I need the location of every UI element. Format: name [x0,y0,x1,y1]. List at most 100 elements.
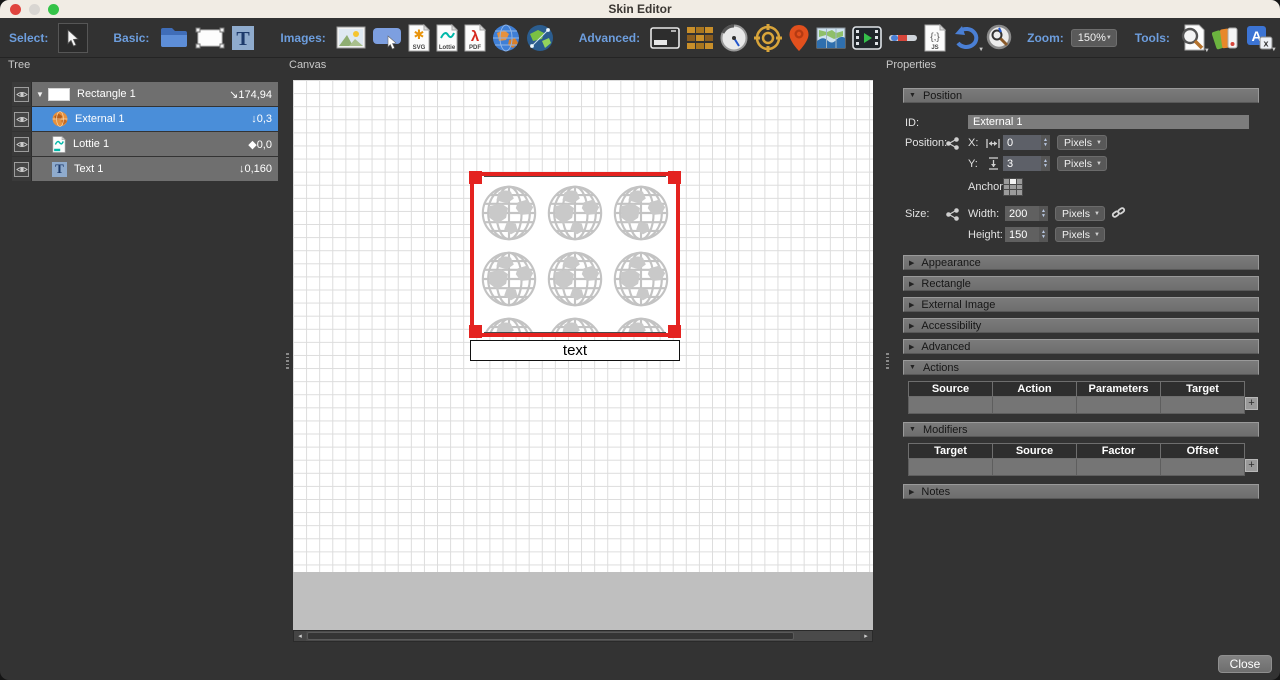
zoom-tool-button[interactable] [986,24,1014,52]
tree-row-rectangle-1[interactable]: ▼ Rectangle 1 ↘174,94 [12,82,278,106]
translate-button[interactable]: Ax ▼ [1246,25,1273,51]
tree-canvas-splitter[interactable] [283,58,293,645]
basic-rectangle-button[interactable] [195,27,225,49]
actions-col-target[interactable]: Target [1161,381,1245,397]
pin-button[interactable] [788,24,810,52]
scrollbar-thumb[interactable] [307,632,794,640]
tree-row-external-1[interactable]: External 1 ↓0,3 [12,107,278,131]
actions-col-parameters[interactable]: Parameters [1077,381,1161,397]
close-button[interactable]: Close [1218,655,1272,673]
basic-container-button[interactable] [159,26,189,49]
height-unit-dropdown[interactable]: Pixels ▼ [1055,227,1105,242]
section-header-external-image[interactable]: ▶ External Image [903,297,1259,312]
section-header-actions[interactable]: ▼ Actions [903,360,1259,375]
section-header-accessibility[interactable]: ▶ Accessibility [903,318,1259,333]
section-header-position[interactable]: ▼ Position [903,88,1259,103]
x-input[interactable]: 0 [1003,135,1041,150]
timer-button[interactable] [720,24,748,52]
modifiers-empty-row[interactable] [908,459,1245,476]
zoom-window-button[interactable] [48,4,59,15]
disclosure-triangle-icon[interactable]: ▼ [36,90,48,99]
tree-item-position: ↓0,3 [251,113,272,125]
compass-button[interactable] [754,24,782,52]
stepper-down-icon[interactable]: ▼ [1043,143,1048,148]
map-button[interactable] [816,27,846,49]
y-unit-dropdown[interactable]: Pixels ▼ [1057,156,1107,171]
visibility-eye-button[interactable] [14,112,29,127]
tree-row-text-1[interactable]: T Text 1 ↓0,160 [12,157,278,181]
svg-text:T: T [237,28,251,50]
width-input[interactable]: 200 [1005,206,1039,221]
section-header-rectangle[interactable]: ▶ Rectangle [903,276,1259,291]
stepper-down-icon[interactable]: ▼ [1041,235,1046,240]
javascript-file-button[interactable]: {;}JS [924,24,946,52]
position-node-icon[interactable] [946,137,959,150]
lottie-file-icon: Lottie [436,24,458,52]
tree-row-lottie-1[interactable]: Lottie 1 ◆0,0 [12,132,278,156]
modifiers-col-factor[interactable]: Factor [1077,443,1161,459]
section-header-notes[interactable]: ▶ Notes [903,484,1259,499]
width-unit-dropdown[interactable]: Pixels ▼ [1055,206,1105,221]
width-label: Width: [968,208,999,220]
actions-col-source[interactable]: Source [908,381,993,397]
range-slider-button[interactable] [888,32,918,44]
window-element-button[interactable] [650,27,680,49]
text-element[interactable]: text [470,340,680,361]
stepper-down-icon[interactable]: ▼ [1041,214,1046,219]
x-stepper[interactable]: ▲ ▼ [1041,135,1050,150]
canvas-horizontal-scrollbar[interactable]: ◂ ▸ [293,630,873,642]
section-header-advanced[interactable]: ▶ Advanced [903,339,1259,354]
x-unit-dropdown[interactable]: Pixels ▼ [1057,135,1107,150]
anchor-selector[interactable] [1003,178,1023,196]
section-header-modifiers[interactable]: ▼ Modifiers [903,422,1259,437]
selection-handle-bottom-right[interactable] [668,325,681,338]
undo-button[interactable]: ▼ [952,25,980,51]
color-swatches-button[interactable] [1212,25,1240,51]
section-header-appearance[interactable]: ▶ Appearance [903,255,1259,270]
actions-col-action[interactable]: Action [993,381,1077,397]
stepper-down-icon[interactable]: ▼ [1043,164,1048,169]
selection-handle-bottom-left[interactable] [469,325,482,338]
svg-file-button[interactable]: ✱SVG [408,24,430,52]
height-input[interactable]: 150 [1005,227,1039,242]
actions-empty-row[interactable] [908,397,1245,414]
y-stepper[interactable]: ▲ ▼ [1041,156,1050,171]
canvas-grid[interactable]: text [293,80,873,572]
modifiers-col-offset[interactable]: Offset [1161,443,1245,459]
modifiers-col-target[interactable]: Target [908,443,993,459]
close-window-button[interactable] [10,4,21,15]
width-stepper[interactable]: ▲ ▼ [1039,206,1048,221]
find-button[interactable]: ▼ [1180,24,1206,52]
canvas-properties-splitter[interactable] [883,58,893,645]
visibility-eye-button[interactable] [14,87,29,102]
select-tool-button[interactable] [58,23,88,53]
pdf-file-button[interactable]: λPDF [464,24,486,52]
video-button[interactable] [852,26,882,50]
height-stepper[interactable]: ▲ ▼ [1039,227,1048,242]
selection-handle-top-left[interactable] [469,171,482,184]
add-action-button[interactable]: + [1245,397,1258,410]
minimize-window-button[interactable] [29,4,40,15]
lock-aspect-link-icon[interactable] [1111,206,1126,220]
sphere-button[interactable] [492,24,520,52]
canvas-area[interactable]: text [293,80,873,630]
panorama-button[interactable] [526,24,554,52]
id-field[interactable]: External 1 [968,115,1249,129]
modifiers-col-source[interactable]: Source [993,443,1077,459]
disclosure-triangle-icon: ▶ [909,301,914,309]
selection-handle-top-right[interactable] [668,171,681,184]
add-modifier-button[interactable]: + [1245,459,1258,472]
visibility-eye-button[interactable] [14,162,29,177]
scroll-right-arrow-icon[interactable]: ▸ [860,631,872,641]
lottie-file-button[interactable]: Lottie [436,24,458,52]
hotspot-button[interactable] [372,26,402,50]
size-node-icon[interactable] [946,208,959,221]
image-button[interactable] [336,26,366,49]
y-input[interactable]: 3 [1003,156,1041,171]
visibility-eye-button[interactable] [14,137,29,152]
basic-text-button[interactable]: T [231,25,255,51]
scroll-left-arrow-icon[interactable]: ◂ [294,631,306,641]
thumbnail-grid-button[interactable] [686,26,714,50]
zoom-level-dropdown[interactable]: 150% ▼ [1071,29,1117,47]
selected-external-image-element[interactable] [470,172,680,337]
